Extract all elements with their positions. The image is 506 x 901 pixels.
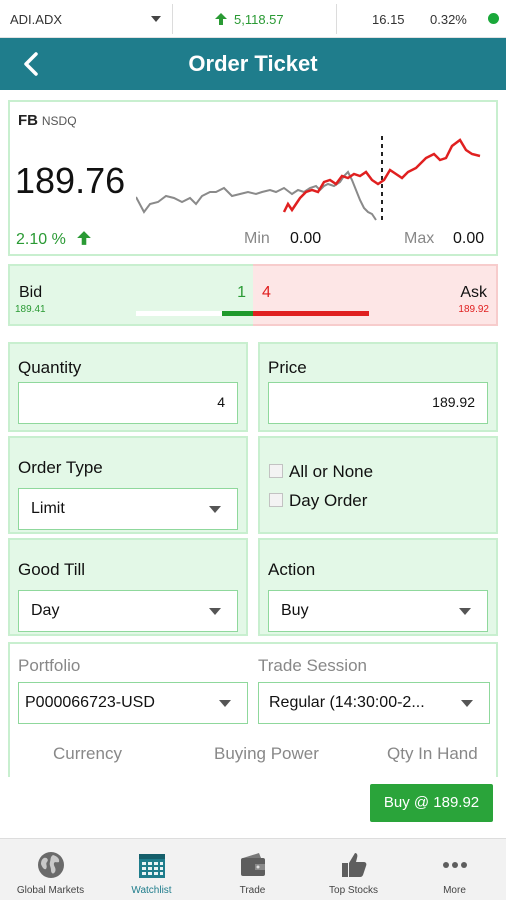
action-label: Action: [268, 560, 316, 579]
portfolio-value: P000066723-USD: [25, 694, 155, 711]
portfolio-panel: Portfolio P000066723-USD Trade Session R…: [8, 642, 498, 777]
portfolio-select[interactable]: P000066723-USD: [18, 682, 248, 724]
nav-label: Trade: [239, 885, 266, 896]
page-title: Order Ticket: [188, 51, 318, 76]
dropdown-caret-icon: [209, 506, 221, 513]
stock-exchange: NSDQ: [41, 114, 77, 128]
quantity-panel: Quantity 4: [8, 342, 248, 432]
trade-session-label: Trade Session: [258, 656, 367, 675]
ask-price: 189.92: [458, 304, 489, 315]
wallet-icon: [240, 853, 265, 876]
dropdown-caret-icon: [219, 700, 231, 707]
quantity-value: 4: [217, 394, 225, 410]
max-value: 0.00: [453, 230, 485, 247]
day-order-label: Day Order: [289, 491, 368, 510]
arrow-up-icon: [77, 231, 92, 245]
stock-symbol: FB: [18, 112, 38, 129]
nav-label: Global Markets: [16, 885, 85, 896]
order-flags-panel: All or None Day Order: [258, 436, 498, 534]
chevron-down-icon: [151, 16, 161, 22]
bid-size: 1: [237, 284, 246, 301]
price-input[interactable]: 189.92: [268, 382, 488, 424]
good-till-select[interactable]: Day: [18, 590, 238, 632]
quantity-input[interactable]: 4: [18, 382, 238, 424]
dropdown-caret-icon: [459, 608, 471, 615]
min-label: Min: [244, 230, 270, 247]
price-panel: Price 189.92: [258, 342, 498, 432]
day-order-checkbox[interactable]: [269, 493, 283, 507]
ticker-symbol: ADI.ADX: [10, 11, 63, 27]
last-price: 189.76: [15, 160, 126, 201]
bid-price: 189.41: [15, 304, 46, 315]
max-label: Max: [404, 230, 435, 247]
nav-label: Top Stocks: [329, 885, 378, 896]
dropdown-caret-icon: [209, 608, 221, 615]
bid-panel[interactable]: Bid 189.41 1: [8, 264, 253, 326]
nav-label: Watchlist: [131, 885, 172, 896]
action-panel: Action Buy: [258, 538, 498, 636]
ask-panel[interactable]: 4 Ask 189.92: [253, 264, 498, 326]
thumbs-up-icon: [341, 853, 366, 877]
good-till-value: Day: [31, 602, 60, 619]
change-percent: 2.10 %: [16, 230, 92, 249]
qty-in-hand-label: Qty In Hand: [387, 744, 478, 763]
globe-icon: [37, 852, 64, 878]
change-percent-text: 2.10 %: [16, 231, 66, 248]
bid-depth-bar-bg: [136, 311, 222, 316]
currency-label: Currency: [53, 744, 122, 763]
index-value: 5,118.57: [214, 0, 284, 38]
arrow-up-icon: [215, 13, 227, 25]
ask-size: 4: [262, 284, 271, 301]
order-type-value: Limit: [31, 500, 65, 517]
trade-session-select[interactable]: Regular (14:30:00-2...: [258, 682, 490, 724]
nav-global-markets[interactable]: Global Markets: [0, 839, 101, 901]
ask-label: Ask: [460, 284, 487, 301]
app-header: Order Ticket: [0, 38, 506, 90]
index-change: 16.15: [372, 11, 405, 27]
nav-more[interactable]: More: [404, 839, 505, 901]
all-or-none-label: All or None: [289, 462, 374, 481]
price-value: 189.92: [432, 394, 475, 410]
quantity-label: Quantity: [18, 358, 82, 377]
portfolio-label: Portfolio: [18, 656, 81, 675]
market-status-dot: [488, 13, 499, 24]
nav-top-stocks[interactable]: Top Stocks: [303, 839, 404, 901]
buy-button[interactable]: Buy @ 189.92: [370, 784, 493, 822]
symbol-selector[interactable]: ADI.ADX: [10, 0, 161, 38]
bid-label: Bid: [19, 284, 43, 301]
market-ticker-bar: ADI.ADX 5,118.57 16.15 0.32%: [0, 0, 506, 38]
nav-label: More: [443, 885, 466, 896]
order-type-label: Order Type: [18, 458, 103, 477]
action-value: Buy: [281, 602, 309, 619]
good-till-panel: Good Till Day: [8, 538, 248, 636]
buying-power-label: Buying Power: [214, 744, 319, 763]
action-select[interactable]: Buy: [268, 590, 488, 632]
trade-session-value: Regular (14:30:00-2...: [269, 694, 425, 711]
ask-depth-bar: [253, 311, 369, 316]
calendar-grid-icon: [138, 854, 165, 878]
index-change-pct: 0.32%: [430, 11, 467, 27]
min-value: 0.00: [290, 230, 322, 247]
quote-symbol: FB NSDQ: [18, 112, 77, 129]
order-type-panel: Order Type Limit: [8, 436, 248, 534]
quote-card: FB NSDQ 189.76 2.10 % Min 0.00 Max 0.00: [8, 100, 498, 256]
order-type-select[interactable]: Limit: [18, 488, 238, 530]
dropdown-caret-icon: [461, 700, 473, 707]
all-or-none-checkbox[interactable]: [269, 464, 283, 478]
bid-depth-bar: [222, 311, 253, 316]
good-till-label: Good Till: [18, 560, 86, 579]
bottom-nav: Global Markets Watchlist Trade Top Stock…: [0, 838, 506, 900]
price-label: Price: [268, 358, 307, 377]
nav-trade[interactable]: Trade: [202, 839, 303, 901]
more-dots-icon: [442, 862, 467, 868]
nav-watchlist[interactable]: Watchlist: [101, 839, 202, 901]
index-value-text: 5,118.57: [234, 11, 284, 27]
